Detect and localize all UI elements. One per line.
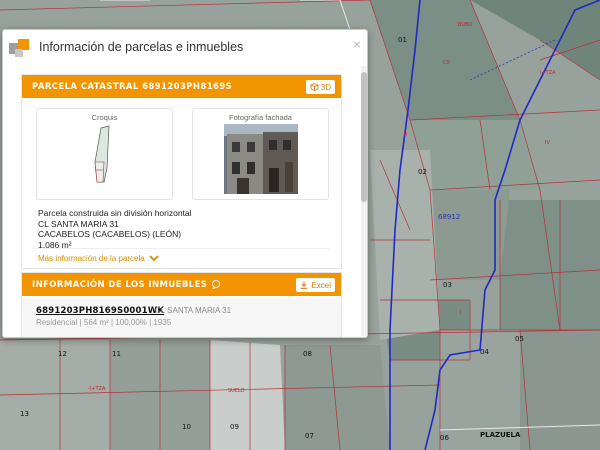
map-label-parcel: 11 [112,350,121,358]
chevron-down-icon [149,255,159,262]
dialog-header[interactable]: Información de parcelas e inmuebles × [3,30,367,64]
map-label-parcel: 05 [515,335,524,343]
parcel-header-title: PARCELA CATASTRAL 6891203PH8169S [32,81,233,92]
more-parcel-info-link[interactable]: Más información de la parcela [38,254,159,263]
map-label-street: PLAZUELA [480,431,521,439]
map-label-parcel: 09 [230,423,239,431]
facade-photo-card[interactable]: Fotografía fachada [192,108,329,200]
export-excel-label: Excel [311,280,331,290]
map-label-parcel: 07 [305,432,314,440]
map-label-parcel: 08 [303,350,312,358]
map-label-use: I [460,310,462,316]
parcel-header-bar: PARCELA CATASTRAL 6891203PH8169S 3D [22,75,341,98]
inmueble-details: Residencial | 564 m² | 100,00% | 1935 [36,318,172,327]
map-label-parcel: 02 [418,168,427,176]
download-icon [301,281,308,289]
view-3d-button[interactable]: 3D [305,80,335,94]
parcel-info-dialog: Información de parcelas e inmuebles × PA… [2,29,368,338]
dialog-scrollbar-thumb[interactable] [361,72,367,202]
inmuebles-panel: INFORMACIÓN DE LOS INMUEBLES Excel 68912… [21,272,342,337]
map-label-parcel: 03 [443,281,452,289]
cube-3d-icon [310,83,319,91]
map-label-block: 68912 [438,213,461,221]
parcel-panel: PARCELA CATASTRAL 6891203PH8169S 3D Croq… [21,74,342,269]
facade-caption: Fotografía fachada [229,113,292,122]
map-label-parcel: 06 [440,434,449,442]
map-label-use: BUBO [458,22,473,28]
map-label-parcel: 13 [20,410,29,418]
map-label-parcel: 01 [398,36,407,44]
inmueble-address: CL SANTA MARIA 31 [155,306,232,315]
more-info-label: Más información de la parcela [38,254,145,263]
inmuebles-header-title: INFORMACIÓN DE LOS INMUEBLES [32,279,208,290]
map-label-use: C0 [443,60,450,66]
map-label-parcel: 10 [182,423,191,431]
inmueble-row[interactable]: 6891203PH8169S0001WK CL SANTA MARIA 31 R… [22,298,341,337]
map-label-use: I+TZA [540,70,556,76]
croquis-card[interactable]: Croquis [36,108,173,200]
catastro-logo-icon [9,36,31,58]
export-excel-button[interactable]: Excel [296,278,335,292]
map-label-use: II [404,132,407,138]
dialog-body[interactable]: PARCELA CATASTRAL 6891203PH8169S 3D Croq… [3,64,367,337]
parcel-address: CL SANTA MARIA 31 [38,218,119,229]
parcel-type: Parcela construida sin división horizont… [38,208,192,218]
parcel-municipality: CACABELOS (CACABELOS) (LEÓN) [38,229,182,239]
close-icon[interactable]: × [353,37,361,51]
parcel-details: Parcela construida sin división horizont… [38,208,192,250]
croquis-caption: Croquis [91,113,118,122]
view-3d-label: 3D [320,82,331,92]
map-label-use: -I+TZA [88,386,106,392]
facade-photo [224,124,298,194]
map-label-parcel: 04 [480,348,489,356]
map-label-parcel: 12 [58,350,67,358]
croquis-image [94,125,110,183]
dialog-title: Información de parcelas e inmuebles [39,40,244,54]
map-label-use: SUELO [228,388,245,394]
inmueble-reference-link[interactable]: 6891203PH8169S0001WK [36,306,164,316]
map-label-use: IV [545,140,550,146]
info-bubble-icon[interactable] [211,280,221,289]
inmuebles-header-bar: INFORMACIÓN DE LOS INMUEBLES Excel [22,273,341,296]
